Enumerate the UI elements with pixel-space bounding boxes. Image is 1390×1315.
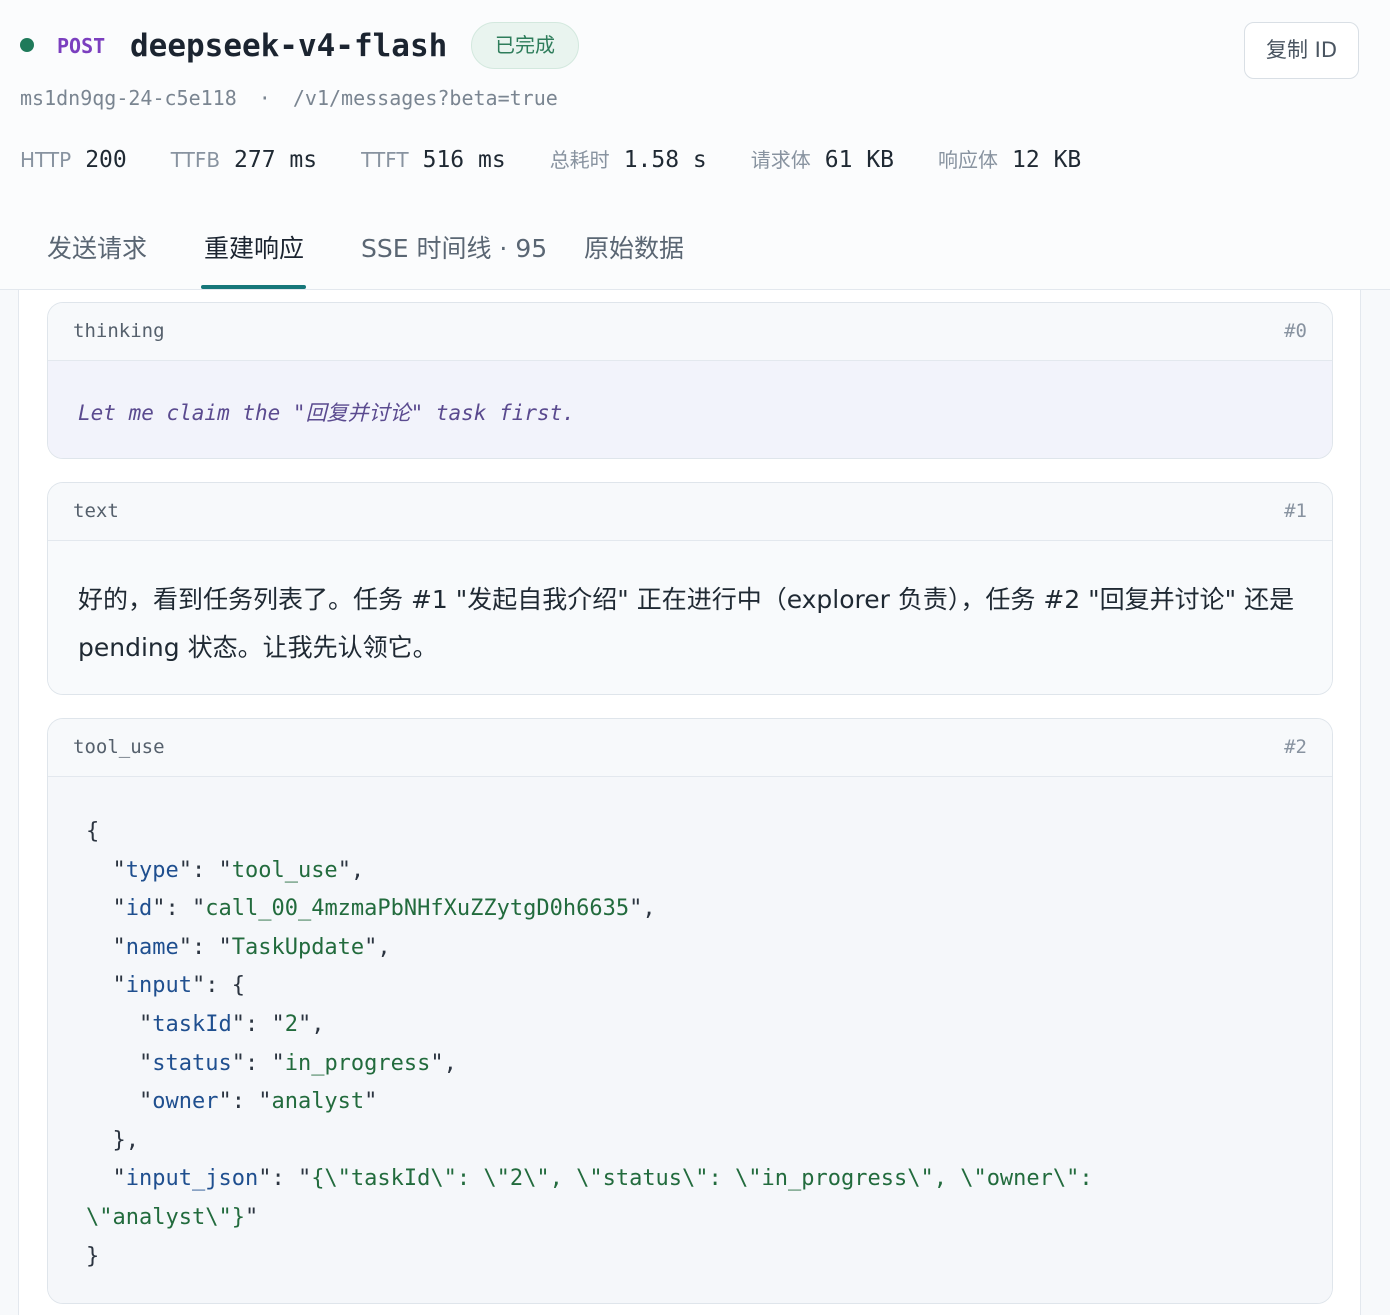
stat-value: 516 ms	[422, 147, 506, 173]
status-badge: 已完成	[471, 22, 579, 69]
json-value-input-json-cont: \"analyst\"}	[86, 1204, 245, 1230]
json-value-status: in_progress	[284, 1050, 431, 1076]
subline-separator: ·	[258, 86, 271, 110]
stat-value: 1.58 s	[623, 147, 707, 173]
stat-total-time: 总耗时 1.58 s	[550, 144, 707, 173]
text-body: 好的，看到任务列表了。任务 #1 "发起自我介绍" 正在进行中（explorer…	[48, 541, 1332, 694]
status-dot-icon	[20, 38, 34, 52]
request-id: ms1dn9qg-24-c5e118	[20, 86, 237, 110]
block-type: tool_use	[73, 736, 165, 758]
tab-raw-data[interactable]: 原始数据	[584, 232, 684, 266]
stat-label: 响应体	[938, 148, 999, 172]
json-value-id: call_00_4mzmaPbNHfXuZZytgD0h6635	[205, 896, 630, 922]
response-content[interactable]: thinking #0 Let me claim the "回复并讨论" tas…	[18, 290, 1361, 1315]
stat-label: TTFT	[361, 148, 409, 172]
block-header: thinking #0	[48, 303, 1332, 361]
tab-bar: 发送请求 重建响应 SSE 时间线 · 95 原始数据	[0, 220, 1390, 290]
tab-send-request[interactable]: 发送请求	[47, 232, 147, 266]
json-value-input-json: {\"taskId\": \"2\", \"status\": \"in_pro…	[311, 1166, 1093, 1192]
block-index: #2	[1284, 736, 1307, 758]
block-type: thinking	[73, 320, 165, 342]
block-index: #1	[1284, 500, 1307, 522]
tab-sse-timeline[interactable]: SSE 时间线 · 95	[361, 232, 547, 266]
tab-rebuild-response[interactable]: 重建响应	[204, 232, 304, 266]
json-value-name: TaskUpdate	[231, 934, 365, 960]
model-name: deepseek-v4-flash	[130, 28, 448, 64]
json-value-type: tool_use	[231, 857, 338, 883]
json-value-taskid: 2	[284, 1011, 298, 1037]
stat-http: HTTP 200	[20, 147, 127, 173]
request-subline: ms1dn9qg-24-c5e118 · /v1/messages?beta=t…	[20, 86, 558, 110]
stat-value: 200	[85, 147, 127, 173]
json-value-owner: analyst	[271, 1089, 365, 1115]
copy-id-button[interactable]: 复制 ID	[1244, 22, 1359, 79]
content-block-tool-use: tool_use #2 { "type": "tool_use", "id": …	[47, 718, 1333, 1304]
block-header: tool_use #2	[48, 719, 1332, 777]
http-method: POST	[57, 34, 106, 58]
stat-value: 12 KB	[1012, 147, 1082, 173]
stat-ttft: TTFT 516 ms	[361, 147, 506, 173]
stat-response-size: 响应体 12 KB	[938, 144, 1081, 173]
stat-label: TTFB	[170, 148, 221, 172]
block-type: text	[73, 500, 119, 522]
content-block-text: text #1 好的，看到任务列表了。任务 #1 "发起自我介绍" 正在进行中（…	[47, 482, 1333, 695]
tool-use-json: { "type": "tool_use", "id": "call_00_4mz…	[48, 777, 1332, 1303]
block-index: #0	[1284, 320, 1307, 342]
stat-ttfb: TTFB 277 ms	[171, 147, 317, 173]
stat-label: 请求体	[750, 148, 811, 172]
active-tab-indicator	[201, 285, 306, 289]
stat-value: 61 KB	[824, 147, 895, 173]
request-path: /v1/messages?beta=true	[292, 86, 558, 110]
stat-label: 总耗时	[549, 148, 610, 172]
thinking-body: Let me claim the "回复并讨论" task first.	[48, 361, 1332, 458]
content-block-thinking: thinking #0 Let me claim the "回复并讨论" tas…	[47, 302, 1333, 459]
thinking-text: Let me claim the "回复并讨论" task first.	[78, 401, 575, 425]
stats-bar: HTTP 200 TTFB 277 ms TTFT 516 ms 总耗时 1.5…	[20, 144, 1125, 176]
json-viewer: { "type": "tool_use", "id": "call_00_4mz…	[86, 819, 1093, 1269]
stat-label: HTTP	[20, 148, 72, 172]
text-content: 好的，看到任务列表了。任务 #1 "发起自我介绍" 正在进行中（explorer…	[78, 585, 1295, 662]
stat-request-size: 请求体 61 KB	[751, 144, 894, 173]
request-header: POST deepseek-v4-flash 已完成 复制 ID ms1dn9q…	[0, 0, 1390, 290]
block-header: text #1	[48, 483, 1332, 541]
stat-value: 277 ms	[234, 147, 318, 173]
